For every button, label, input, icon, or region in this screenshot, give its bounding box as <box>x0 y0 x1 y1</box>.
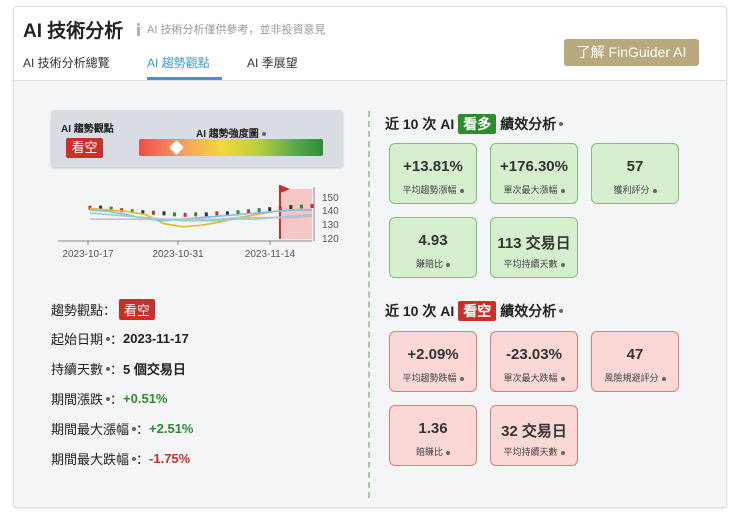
bull-section-title: 近 10 次 AI 看多 績效分析 <box>385 114 564 134</box>
info-dot-icon[interactable] <box>652 188 657 193</box>
price-mini-chart: 2023-10-17 2023-10-31 2023-11-14 150 140 130 1… <box>58 185 339 260</box>
bull-tag: 看多 <box>458 114 497 134</box>
gauge-bar-label: AI 趨勢強度圖 <box>196 125 266 140</box>
info-dot-icon[interactable] <box>459 376 464 381</box>
candle-mark <box>299 204 303 209</box>
ai-analysis-card: AI 技術分析 AI 技術分析僅供參考，並非投資意見 AI 技術分析總覽 AI … <box>13 6 727 508</box>
gauge-badge: 看空 <box>66 138 103 158</box>
info-dot-icon[interactable] <box>560 188 565 193</box>
active-tab-indicator <box>147 77 222 80</box>
learn-finguider-button[interactable]: 了解 FinGuider AI <box>564 39 699 66</box>
info-dot-icon[interactable] <box>559 309 564 313</box>
y-tick-label: 150 <box>322 193 339 204</box>
disclaimer: AI 技術分析僅供參考，並非投資意見 <box>134 21 325 37</box>
header-bar: AI 技術分析 AI 技術分析僅供參考，並非投資意見 AI 技術分析總覽 AI … <box>14 7 726 81</box>
gauge-title: AI 趨勢觀點 <box>61 124 114 135</box>
bull-stat-card: +176.30% 單次最大漲幅 <box>490 143 578 204</box>
summary-days: 持續天數： 5 個交易日 <box>51 362 186 377</box>
disclaimer-text: AI 技術分析僅供參考，並非投資意見 <box>147 24 326 36</box>
x-tick-label: 2023-11-14 <box>245 249 296 260</box>
column-divider <box>368 111 370 498</box>
info-dot-icon[interactable] <box>560 262 565 267</box>
summary-change: 期間漲跌： +0.51% <box>51 391 168 407</box>
bull-stat-card: 57 獲利評分 <box>591 143 679 204</box>
x-tick-label: 2023-10-31 <box>152 249 204 260</box>
summary-max-down: 期間最大跌幅： -1.75% <box>51 451 191 467</box>
tab-trend[interactable]: AI 趨勢觀點 <box>147 54 210 71</box>
candle-mark <box>278 206 282 211</box>
info-dot-icon[interactable] <box>459 188 464 193</box>
bear-tag: 看空 <box>458 301 497 321</box>
gauge-bar <box>139 139 323 156</box>
info-dot-icon[interactable] <box>446 450 450 455</box>
candle-mark <box>194 212 198 217</box>
bull-stat-card: 4.93 賺賠比 <box>389 217 477 278</box>
bull-stat-card: +13.81% 平均趨勢漲幅 <box>389 143 477 204</box>
info-icon <box>134 22 143 36</box>
candle-mark <box>204 212 208 217</box>
tab-season[interactable]: AI 季展望 <box>247 54 298 71</box>
trend-gauge: AI 趨勢觀點 看空 AI 趨勢強度圖 <box>51 110 343 167</box>
candle-mark <box>257 208 261 213</box>
candle-mark <box>268 207 272 212</box>
info-dot-icon[interactable] <box>261 132 266 137</box>
bear-stat-card: -23.03% 單次最大跌幅 <box>490 331 578 392</box>
candle-mark <box>151 210 155 215</box>
candle-mark <box>289 205 293 210</box>
candle-mark <box>162 211 166 216</box>
bear-stat-card: 1.36 賠賺比 <box>389 405 477 466</box>
info-dot-icon[interactable] <box>446 262 450 267</box>
bull-stat-card: 113 交易日 平均持續天數 <box>490 217 578 278</box>
candle-mark <box>173 212 177 217</box>
gauge-marker <box>168 139 185 156</box>
bear-stat-card: +2.09% 平均趨勢跌幅 <box>389 331 477 392</box>
summary-trend: 趨勢觀點： 看空 <box>51 299 156 320</box>
tab-overview[interactable]: AI 技術分析總覽 <box>23 54 110 71</box>
y-tick-label: 140 <box>322 206 339 217</box>
info-dot-icon[interactable] <box>560 450 565 455</box>
candle-mark <box>310 204 314 209</box>
summary-start: 起始日期： 2023-11-17 <box>51 331 189 347</box>
y-tick-label: 120 <box>322 234 339 245</box>
bear-highlight-zone <box>280 189 312 239</box>
trend-badge: 看空 <box>119 299 156 320</box>
candle-mark <box>183 212 187 217</box>
page-title: AI 技術分析 <box>23 21 124 42</box>
bear-stat-card: 32 交易日 平均持續天數 <box>490 405 578 466</box>
summary-max-up: 期間最大漲幅： +2.51% <box>51 421 194 437</box>
bear-section-title: 近 10 次 AI 看空 績效分析 <box>385 301 564 321</box>
info-dot-icon[interactable] <box>661 376 666 381</box>
bear-stat-card: 47 風險規避評分 <box>591 331 679 392</box>
info-dot-icon[interactable] <box>559 122 564 126</box>
y-tick-label: 130 <box>322 220 339 231</box>
candle-mark <box>215 211 219 216</box>
info-dot-icon[interactable] <box>560 376 565 381</box>
candle-mark <box>247 209 251 214</box>
x-tick-label: 2023-10-17 <box>62 249 114 260</box>
